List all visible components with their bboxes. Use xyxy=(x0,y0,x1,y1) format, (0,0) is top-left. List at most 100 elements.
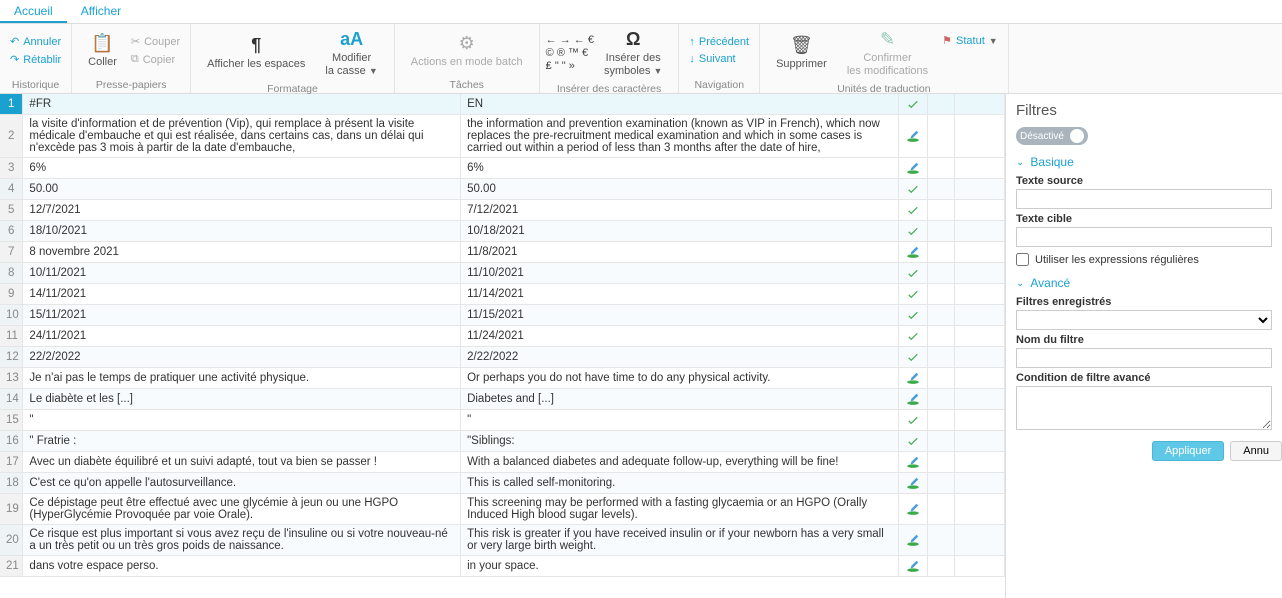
table-row[interactable]: 16" Fratrie :"Siblings: xyxy=(0,431,1005,452)
table-row[interactable]: 36%6% xyxy=(0,158,1005,179)
tab-afficher[interactable]: Afficher xyxy=(67,0,135,23)
regex-checkbox[interactable] xyxy=(1016,253,1029,266)
source-cell[interactable]: la visite d'information et de prévention… xyxy=(23,115,461,158)
table-row[interactable]: 78 novembre 202111/8/2021 xyxy=(0,242,1005,263)
target-cell[interactable]: With a balanced diabetes and adequate fo… xyxy=(461,452,899,473)
table-row[interactable]: 914/11/202111/14/2021 xyxy=(0,284,1005,305)
source-cell[interactable]: " xyxy=(23,410,461,431)
target-cell[interactable]: 7/12/2021 xyxy=(461,200,899,221)
target-cell[interactable]: This is called self-monitoring. xyxy=(461,473,899,494)
target-cell[interactable]: " xyxy=(461,410,899,431)
source-cell[interactable]: Je n'ai pas le temps de pratiquer une ac… xyxy=(23,368,461,389)
target-cell[interactable]: 11/15/2021 xyxy=(461,305,899,326)
redo-button[interactable]: ↷Rétablir xyxy=(6,51,65,68)
source-cell[interactable]: " Fratrie : xyxy=(23,431,461,452)
source-cell[interactable]: 10/11/2021 xyxy=(23,263,461,284)
arrow-down-icon: ↓ xyxy=(689,53,695,65)
source-cell[interactable]: 14/11/2021 xyxy=(23,284,461,305)
table-row[interactable]: 2la visite d'information et de préventio… xyxy=(0,115,1005,158)
source-cell[interactable]: #FR xyxy=(23,94,461,115)
source-cell[interactable]: Ce risque est plus important si vous ave… xyxy=(23,525,461,556)
apply-button[interactable]: Appliquer xyxy=(1152,441,1224,461)
target-cell[interactable]: Diabetes and [...] xyxy=(461,389,899,410)
revise-icon xyxy=(905,502,921,516)
target-cell[interactable]: 11/24/2021 xyxy=(461,326,899,347)
next-button[interactable]: ↓Suivant xyxy=(685,51,753,67)
table-row[interactable]: 1015/11/202111/15/2021 xyxy=(0,305,1005,326)
table-row[interactable]: 15"" xyxy=(0,410,1005,431)
target-cell[interactable]: EN xyxy=(461,94,899,115)
source-cell[interactable]: 18/10/2021 xyxy=(23,221,461,242)
target-cell[interactable]: 2/22/2022 xyxy=(461,347,899,368)
insert-symbols-button[interactable]: Ω Insérer dessymboles ▼ xyxy=(594,26,672,79)
cut-button[interactable]: ✂Couper xyxy=(127,33,184,50)
target-cell[interactable]: Or perhaps you do not have time to do an… xyxy=(461,368,899,389)
filters-toggle[interactable]: Désactivé xyxy=(1016,127,1088,145)
paste-label: Coller xyxy=(88,56,117,69)
source-text-input[interactable] xyxy=(1016,189,1272,209)
table-row[interactable]: 618/10/202110/18/2021 xyxy=(0,221,1005,242)
source-cell[interactable]: 50.00 xyxy=(23,179,461,200)
filter-name-input[interactable] xyxy=(1016,348,1272,368)
target-cell[interactable]: 6% xyxy=(461,158,899,179)
char-row-3[interactable]: ₤ " " » xyxy=(546,60,594,72)
target-cell[interactable]: 50.00 xyxy=(461,179,899,200)
char-grid[interactable]: ← → ← € © ® ™ € ₤ " " » xyxy=(546,34,594,72)
show-spaces-button[interactable]: ¶ Afficher les espaces xyxy=(197,32,315,73)
source-cell[interactable]: 22/2/2022 xyxy=(23,347,461,368)
target-cell[interactable]: This risk is greater if you have receive… xyxy=(461,525,899,556)
undo-button[interactable]: ↶Annuler xyxy=(6,33,65,50)
target-cell[interactable]: in your space. xyxy=(461,556,899,577)
source-cell[interactable]: Ce dépistage peut être effectué avec une… xyxy=(23,494,461,525)
table-row[interactable]: 13Je n'ai pas le temps de pratiquer une … xyxy=(0,368,1005,389)
table-row[interactable]: 1222/2/20222/22/2022 xyxy=(0,347,1005,368)
tab-accueil[interactable]: Accueil xyxy=(0,0,67,23)
table-row[interactable]: 18C'est ce qu'on appelle l'autosurveilla… xyxy=(0,473,1005,494)
cancel-button[interactable]: Annu xyxy=(1230,441,1282,461)
table-row[interactable]: 17Avec un diabète équilibré et un suivi … xyxy=(0,452,1005,473)
filter-condition-textarea[interactable] xyxy=(1016,386,1272,430)
table-row[interactable]: 1#FREN xyxy=(0,94,1005,115)
advanced-section-header[interactable]: ⌄Avancé xyxy=(1016,276,1282,290)
source-cell[interactable]: 12/7/2021 xyxy=(23,200,461,221)
status-dropdown[interactable]: ⚑ Statut ▼ xyxy=(938,32,1002,49)
copy-button[interactable]: ⧉Copier xyxy=(127,51,184,68)
paste-button[interactable]: 📋 Coller xyxy=(78,30,127,71)
target-text-input[interactable] xyxy=(1016,227,1272,247)
table-row[interactable]: 1124/11/202111/24/2021 xyxy=(0,326,1005,347)
table-row[interactable]: 19Ce dépistage peut être effectué avec u… xyxy=(0,494,1005,525)
change-case-button[interactable]: aA Modifierla casse ▼ xyxy=(315,26,387,79)
target-cell[interactable]: 11/14/2021 xyxy=(461,284,899,305)
target-cell[interactable]: 11/8/2021 xyxy=(461,242,899,263)
table-row[interactable]: 20Ce risque est plus important si vous a… xyxy=(0,525,1005,556)
source-cell[interactable]: 8 novembre 2021 xyxy=(23,242,461,263)
prev-button[interactable]: ↑Précédent xyxy=(685,34,753,50)
target-cell[interactable]: 10/18/2021 xyxy=(461,221,899,242)
table-row[interactable]: 21dans votre espace perso.in your space. xyxy=(0,556,1005,577)
table-row[interactable]: 810/11/202111/10/2021 xyxy=(0,263,1005,284)
batch-actions-button[interactable]: ⚙ Actions en mode batch xyxy=(401,30,533,71)
source-cell[interactable]: 6% xyxy=(23,158,461,179)
table-row[interactable]: 14Le diabète et les [...]Diabetes and [.… xyxy=(0,389,1005,410)
delete-button[interactable]: 🗑 Supprimer xyxy=(766,32,837,73)
char-row-1[interactable]: ← → ← € xyxy=(546,34,594,46)
basic-section-header[interactable]: ⌄Basique xyxy=(1016,155,1282,169)
table-row[interactable]: 450.0050.00 xyxy=(0,179,1005,200)
target-cell[interactable]: the information and prevention examinati… xyxy=(461,115,899,158)
source-cell[interactable]: 15/11/2021 xyxy=(23,305,461,326)
target-cell[interactable]: "Siblings: xyxy=(461,431,899,452)
grid-scroll[interactable]: 1#FREN2la visite d'information et de pré… xyxy=(0,94,1005,598)
source-cell[interactable]: 24/11/2021 xyxy=(23,326,461,347)
source-cell[interactable]: Le diabète et les [...] xyxy=(23,389,461,410)
extra-cell-2 xyxy=(954,242,1004,263)
source-cell[interactable]: C'est ce qu'on appelle l'autosurveillanc… xyxy=(23,473,461,494)
target-cell[interactable]: 11/10/2021 xyxy=(461,263,899,284)
table-row[interactable]: 512/7/20217/12/2021 xyxy=(0,200,1005,221)
confirm-button[interactable]: ✎ Confirmerles modifications xyxy=(837,26,938,79)
chevron-down-icon: ▼ xyxy=(654,66,663,76)
saved-filters-select[interactable] xyxy=(1016,310,1272,330)
source-cell[interactable]: dans votre espace perso. xyxy=(23,556,461,577)
source-cell[interactable]: Avec un diabète équilibré et un suivi ad… xyxy=(23,452,461,473)
char-row-2[interactable]: © ® ™ € xyxy=(546,47,594,59)
target-cell[interactable]: This screening may be performed with a f… xyxy=(461,494,899,525)
